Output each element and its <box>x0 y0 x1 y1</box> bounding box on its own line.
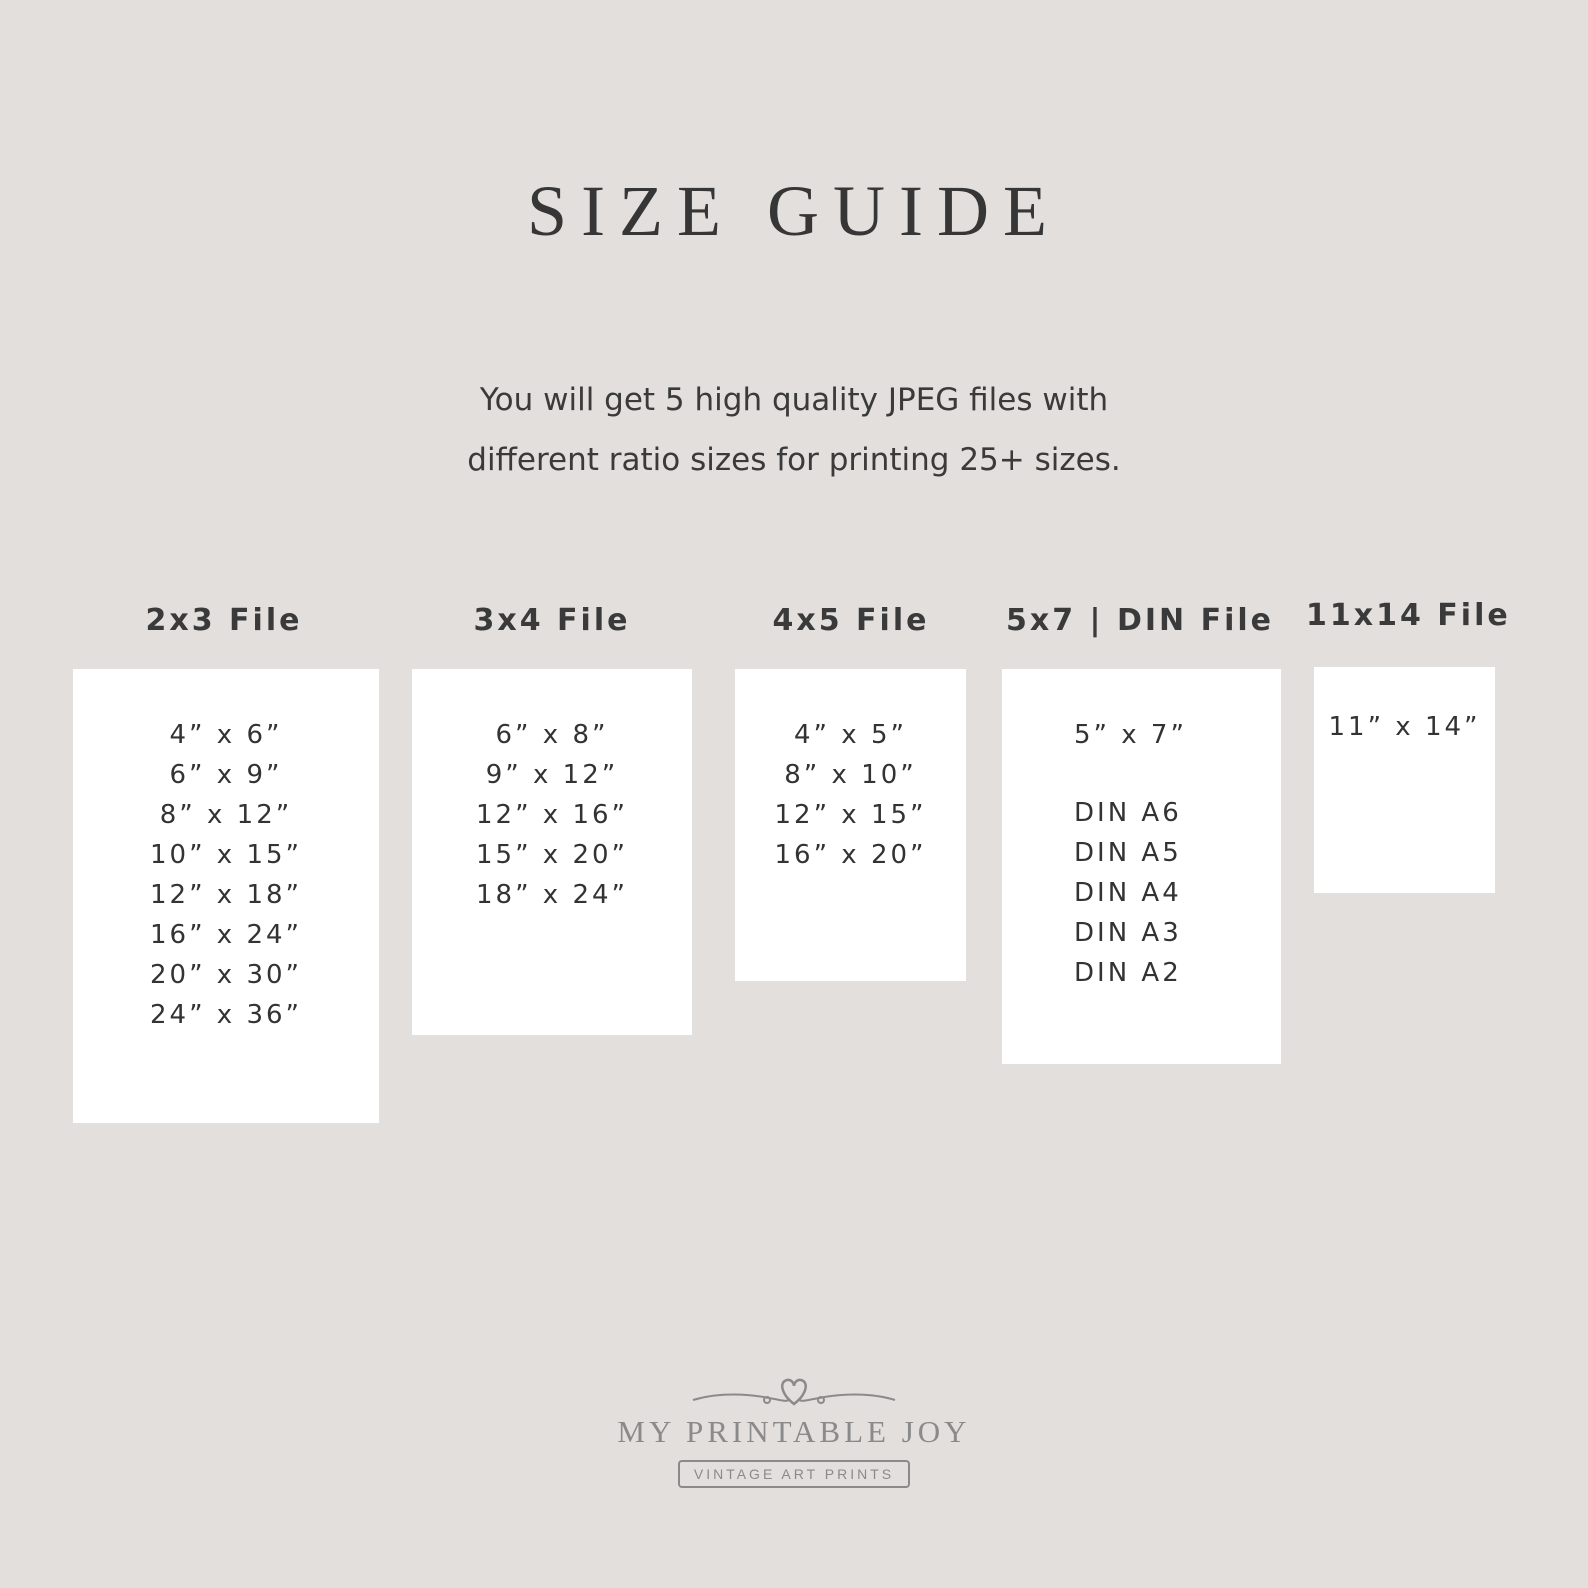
subtitle-line-2: different ratio sizes for printing 25+ s… <box>467 442 1121 478</box>
size-item: 4” x 6” <box>169 720 283 750</box>
size-item: 20” x 30” <box>149 960 303 990</box>
file-card-3x4: 6” x 8” 9” x 12” 12” x 16” 15” x 20” 18”… <box>412 669 692 1035</box>
heart-flourish-icon <box>692 1378 896 1406</box>
din-size-item: DIN A3 <box>1074 918 1182 948</box>
size-list-11x14: 11” x 14” <box>1314 707 1495 747</box>
size-list-2x3: 4” x 6” 6” x 9” 8” x 12” 10” x 15” 12” x… <box>73 715 379 1035</box>
size-item: 8” x 10” <box>784 760 917 790</box>
din-size-item: DIN A5 <box>1074 838 1182 868</box>
file-card-11x14: 11” x 14” <box>1314 667 1495 893</box>
size-item: 4” x 5” <box>794 720 907 750</box>
size-item: 8” x 12” <box>159 800 293 830</box>
size-item: 16” x 20” <box>774 840 927 870</box>
subtitle-line-1: You will get 5 high quality JPEG files w… <box>479 382 1109 418</box>
size-guide-page: SIZE GUIDE You will get 5 high quality J… <box>0 0 1588 1588</box>
brand-name: MY PRINTABLE JOY <box>617 1414 971 1449</box>
size-item: 12” x 16” <box>475 800 629 830</box>
size-item: 10” x 15” <box>149 840 303 870</box>
file-label-11x14: 11x14 File <box>1306 598 1511 633</box>
file-card-2x3: 4” x 6” 6” x 9” 8” x 12” 10” x 15” 12” x… <box>73 669 379 1123</box>
size-list-3x4: 6” x 8” 9” x 12” 12” x 16” 15” x 20” 18”… <box>412 715 692 915</box>
size-item: 6” x 8” <box>495 720 609 750</box>
file-card-4x5: 4” x 5” 8” x 10” 12” x 15” 16” x 20” <box>735 669 966 981</box>
din-size-item: DIN A4 <box>1074 878 1182 908</box>
size-item: 9” x 12” <box>485 760 619 790</box>
size-list-5x7-din: 5” x 7” DIN A6 DIN A5 DIN A4 DIN A3 DIN … <box>1074 715 1281 993</box>
size-item: 24” x 36” <box>149 1000 303 1030</box>
page-title: SIZE GUIDE <box>527 171 1061 251</box>
size-item: 12” x 15” <box>774 800 927 830</box>
size-item: 11” x 14” <box>1328 712 1481 742</box>
file-label-4x5: 4x5 File <box>772 603 930 638</box>
brand-logo: MY PRINTABLE JOY VINTAGE ART PRINTS <box>0 1370 1588 1488</box>
size-item: 15” x 20” <box>475 840 629 870</box>
brand-tagline: VINTAGE ART PRINTS <box>677 1460 911 1488</box>
file-card-5x7-din: 5” x 7” DIN A6 DIN A5 DIN A4 DIN A3 DIN … <box>1002 669 1281 1064</box>
din-size-item: DIN A2 <box>1074 958 1182 988</box>
size-item: 18” x 24” <box>475 880 629 910</box>
size-item: 16” x 24” <box>149 920 303 950</box>
din-size-item: DIN A6 <box>1074 798 1182 828</box>
size-item: 5” x 7” <box>1074 720 1187 750</box>
file-label-3x4: 3x4 File <box>473 603 631 638</box>
file-label-5x7-din: 5x7 | DIN File <box>1006 603 1274 638</box>
subtitle: You will get 5 high quality JPEG files w… <box>0 370 1588 490</box>
size-item: 6” x 9” <box>169 760 283 790</box>
size-list-4x5: 4” x 5” 8” x 10” 12” x 15” 16” x 20” <box>735 715 966 875</box>
size-item: 12” x 18” <box>149 880 303 910</box>
file-label-2x3: 2x3 File <box>145 603 303 638</box>
